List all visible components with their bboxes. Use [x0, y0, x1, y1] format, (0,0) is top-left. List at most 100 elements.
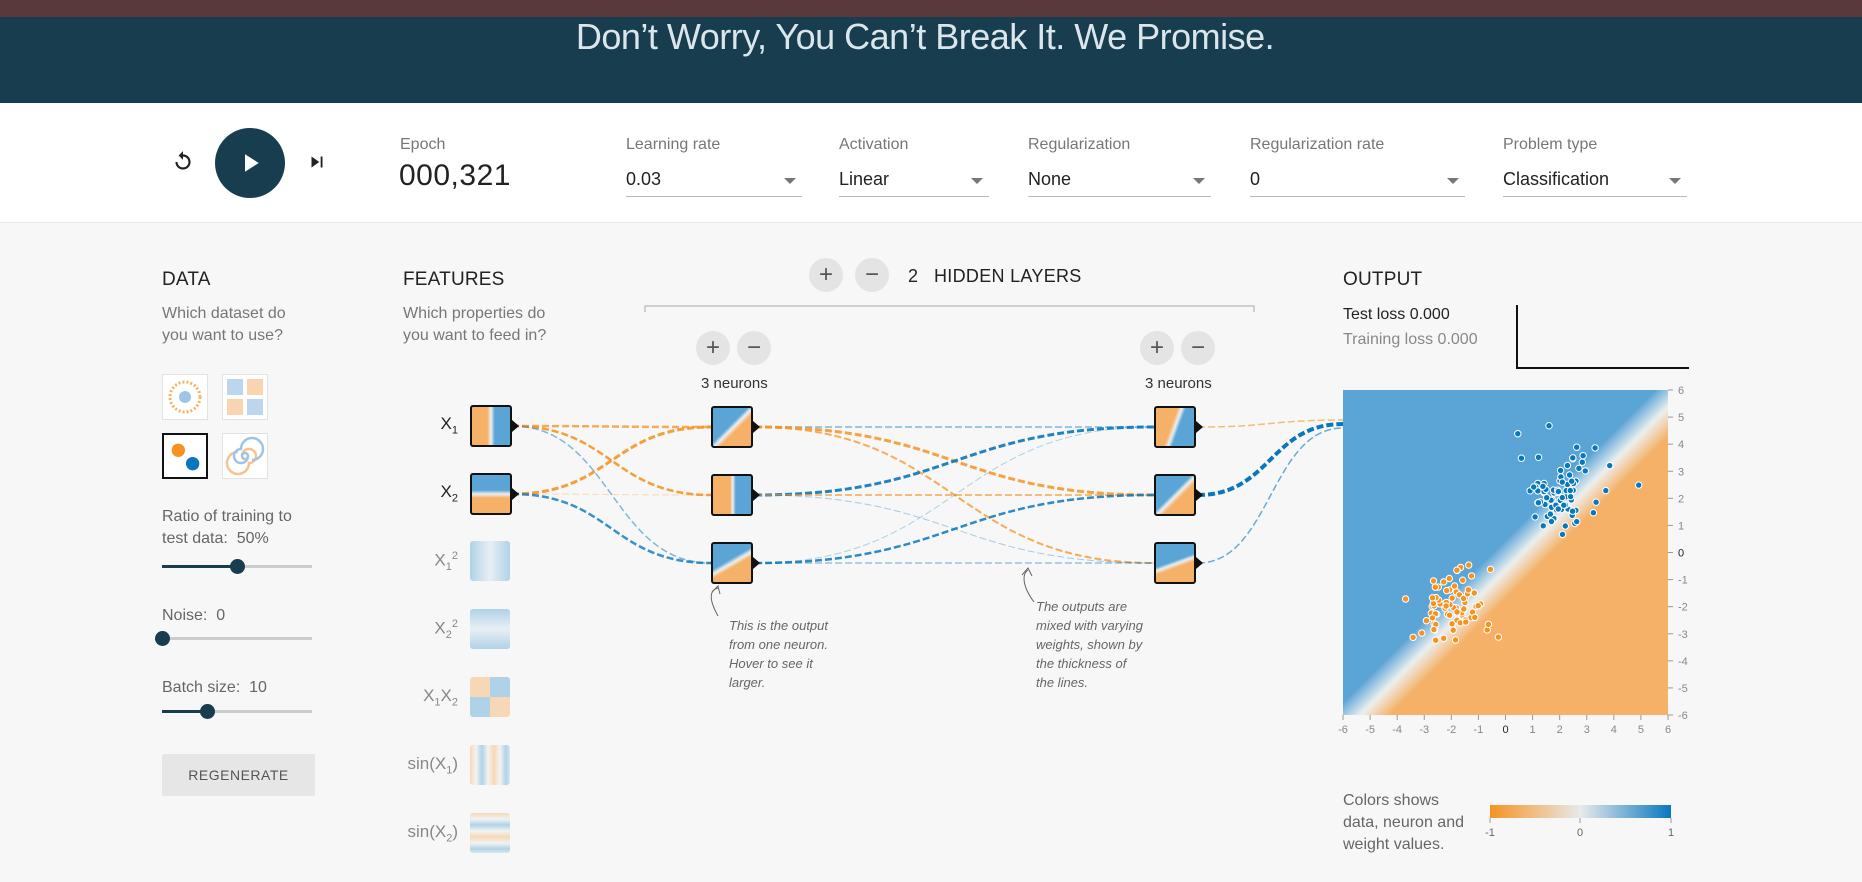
data-point-negative — [1445, 611, 1454, 619]
data-point-negative — [1448, 594, 1456, 602]
y-tick-label: -2 — [1678, 602, 1688, 614]
data-point-negative — [1428, 594, 1437, 602]
data-point-negative — [1465, 561, 1473, 569]
layer1-neurons-label: 3 neurons — [701, 375, 768, 392]
weight-link[interactable] — [511, 425, 712, 564]
weight-link[interactable] — [511, 425, 712, 496]
data-point-positive — [1554, 487, 1563, 496]
legend-tick-mid: 0 — [1577, 827, 1583, 839]
data-point-negative — [1432, 636, 1440, 644]
data-point-positive — [1558, 478, 1567, 486]
data-point-negative — [1451, 636, 1460, 644]
neuron-l1-1[interactable] — [711, 406, 753, 448]
data-point-positive — [1606, 461, 1614, 470]
data-point-negative — [1430, 625, 1438, 634]
data-point-negative — [1428, 614, 1437, 622]
neuron-output-note: This is the output from one neuron. Hove… — [729, 618, 829, 690]
layer2-remove-neuron-button[interactable]: − — [1181, 331, 1215, 365]
legend-tick-max: 1 — [1668, 827, 1674, 839]
neuron-output-arrow — [753, 557, 760, 569]
weight-link[interactable] — [1197, 422, 1344, 497]
data-point-positive — [1565, 471, 1574, 479]
data-point-positive — [1560, 501, 1568, 509]
data-point-negative — [1440, 578, 1448, 586]
layer2-add-neuron-button[interactable]: + — [1140, 331, 1174, 365]
x-axis: -6 -5 -4 -3 -2 -1 0 1 2 3 4 5 6 — [1338, 715, 1671, 736]
weight-link[interactable] — [754, 493, 1155, 565]
y-tick-label: 2 — [1678, 493, 1684, 505]
weight-link[interactable] — [754, 426, 1155, 564]
feature-output-arrow — [512, 488, 519, 500]
output-heatmap: 6 5 4 3 2 1 0 -1 -2 -3 -4 -5 -6 -6 -5 -4 -3 -2 -1 0 1 2 3 4 5 6 — [1338, 385, 1688, 736]
x-tick-label: 3 — [1584, 724, 1590, 736]
data-point-negative — [1459, 576, 1467, 584]
neuron-l2-3[interactable] — [1154, 542, 1196, 584]
neuron-l1-3[interactable] — [711, 542, 753, 584]
layer2-neurons-label: 3 neurons — [1145, 375, 1212, 392]
x-tick-label: 2 — [1557, 724, 1563, 736]
data-point-positive — [1514, 430, 1522, 438]
x-tick-label: -4 — [1392, 724, 1402, 736]
training-loss: Training loss 0.000 — [1343, 331, 1478, 348]
data-point-positive — [1592, 498, 1600, 506]
data-point-positive — [1543, 494, 1551, 502]
data-point-positive — [1545, 422, 1553, 430]
data-point-negative — [1450, 582, 1459, 590]
data-point-negative — [1470, 589, 1479, 597]
data-point-positive — [1556, 466, 1565, 475]
data-point-negative — [1462, 618, 1470, 626]
data-point-negative — [1460, 605, 1468, 613]
data-point-positive — [1558, 530, 1567, 539]
data-point-positive — [1566, 486, 1575, 495]
x-tick-label: -5 — [1365, 724, 1375, 736]
data-point-negative — [1467, 572, 1476, 580]
data-point-positive — [1517, 454, 1526, 462]
color-legend-text: Colors shows data, neuron and weight val… — [1343, 792, 1464, 853]
weight-link[interactable] — [754, 425, 1155, 497]
x-tick-label: 5 — [1638, 724, 1644, 736]
data-point-negative — [1401, 595, 1410, 603]
data-point-negative — [1453, 608, 1461, 616]
weights-note-arrow — [1023, 569, 1035, 603]
data-point-negative — [1494, 633, 1503, 641]
weight-link[interactable] — [1197, 427, 1344, 564]
layers-bracket — [644, 305, 1255, 312]
y-tick-label: -6 — [1678, 710, 1688, 722]
data-point-positive — [1569, 454, 1577, 462]
x-tick-label: -3 — [1419, 724, 1429, 736]
layer1-remove-neuron-button[interactable]: − — [737, 331, 771, 365]
data-point-positive — [1561, 522, 1570, 530]
data-point-negative — [1443, 586, 1451, 595]
y-tick-label: 3 — [1678, 466, 1684, 478]
data-point-negative — [1440, 634, 1448, 642]
data-point-positive — [1602, 486, 1610, 495]
decision-boundary — [1343, 390, 1668, 715]
x-tick-label: 1 — [1530, 724, 1536, 736]
layer1-add-neuron-button[interactable]: + — [696, 331, 730, 365]
legend-tick-min: -1 — [1485, 827, 1495, 839]
weight-link[interactable] — [511, 492, 712, 565]
data-point-positive — [1539, 522, 1547, 530]
neuron-l2-2[interactable] — [1154, 474, 1196, 516]
network-links — [511, 419, 1344, 565]
data-point-positive — [1591, 444, 1599, 452]
loss-chart — [1516, 305, 1689, 369]
data-point-positive — [1534, 499, 1543, 507]
y-tick-label: 1 — [1678, 520, 1684, 532]
y-tick-label: 6 — [1678, 385, 1684, 397]
data-point-positive — [1635, 481, 1643, 489]
neuron-output-arrow — [753, 421, 760, 433]
neuron-l1-2[interactable] — [711, 474, 753, 516]
data-point-positive — [1531, 513, 1539, 521]
data-point-negative — [1453, 566, 1461, 574]
x-tick-label: 0 — [1502, 724, 1508, 736]
data-point-negative — [1486, 565, 1495, 574]
neuron-l2-1[interactable] — [1154, 406, 1196, 448]
test-loss: Test loss 0.000 — [1343, 306, 1450, 323]
data-point-positive — [1579, 452, 1587, 460]
data-point-positive — [1573, 517, 1581, 526]
weight-link[interactable] — [511, 424, 712, 429]
data-point-positive — [1546, 510, 1555, 518]
data-point-positive — [1558, 493, 1567, 502]
y-tick-label: -4 — [1678, 656, 1688, 668]
